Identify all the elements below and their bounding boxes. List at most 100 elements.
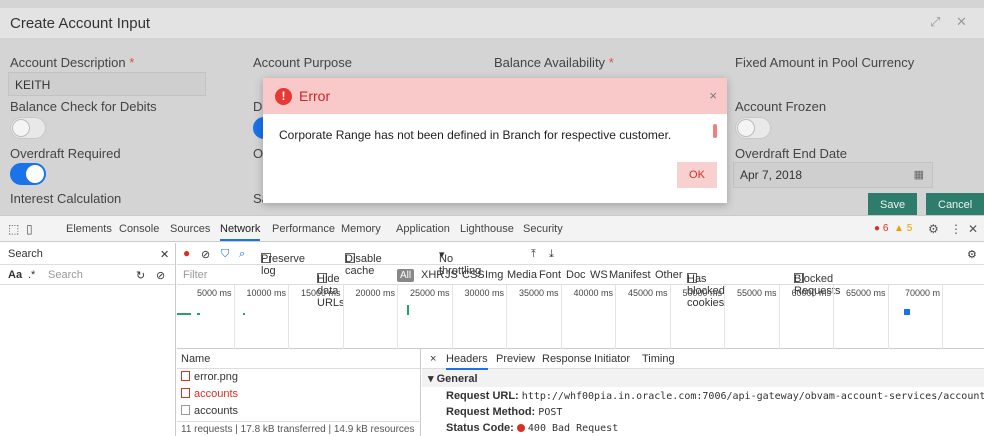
filter-img[interactable]: Img — [485, 269, 503, 281]
device-toolbar-icon[interactable]: ▯ — [26, 222, 33, 236]
tab-memory[interactable]: Memory — [341, 223, 381, 235]
tab-performance[interactable]: Performance — [272, 223, 335, 235]
export-har-icon[interactable]: ⤓ — [549, 248, 554, 261]
match-case-toggle[interactable]: Aa — [8, 269, 22, 281]
table-row[interactable]: accounts — [177, 386, 420, 403]
request-list-header[interactable]: Name — [177, 349, 420, 369]
warning-count-badge[interactable]: ▲ 5 — [894, 223, 912, 234]
request-details: × Headers Preview Response Initiator Tim… — [422, 349, 984, 436]
timeline-tick-label: 65000 ms — [845, 288, 886, 298]
throttling-select[interactable]: No throttling ▾ — [439, 248, 481, 277]
tab-application[interactable]: Application — [396, 223, 450, 235]
timeline-gridline — [615, 285, 616, 349]
tab-elements[interactable]: Elements — [66, 223, 112, 235]
timeline-tick-label: 45000 ms — [627, 288, 668, 298]
timeline-tick-label: 20000 ms — [355, 288, 395, 298]
refresh-icon[interactable]: ↻ — [136, 269, 145, 282]
filter-ws[interactable]: WS — [590, 269, 608, 281]
filter-xhr[interactable]: XHR — [421, 269, 444, 281]
filter-font[interactable]: Font — [539, 269, 561, 281]
overdraft-end-date-label: Overdraft End Date — [735, 146, 847, 161]
timeline-tick-label: 5000 ms — [196, 288, 232, 298]
filter-doc[interactable]: Doc — [566, 269, 586, 281]
network-toolbar: ● ⊘ ⛉ ⌕ Preserve log Disable cache No th… — [177, 243, 984, 277]
request-url-row: Request URL: http://whf00pia.in.oracle.c… — [446, 390, 984, 402]
balance-check-toggle[interactable] — [10, 117, 46, 139]
filter-manifest[interactable]: Manifest — [609, 269, 651, 281]
filter-icon[interactable]: ⛉ — [221, 248, 229, 261]
tab-security[interactable]: Security — [523, 223, 563, 235]
filter-css[interactable]: CSS — [462, 269, 485, 281]
save-button[interactable]: Save — [868, 193, 918, 215]
more-options-icon[interactable]: ⋮ — [950, 222, 962, 236]
overdraft-required-toggle[interactable] — [10, 163, 46, 185]
tab-headers[interactable]: Headers — [446, 353, 488, 370]
timeline-tick-label: 55000 ms — [736, 288, 777, 298]
search-pane: Search ✕ Aa .* Search ↻ ⊘ — [0, 243, 176, 436]
error-count-badge[interactable]: ● 6 — [874, 223, 888, 234]
search-icon[interactable]: ⌕ — [239, 248, 245, 261]
search-row: Aa .* Search ↻ ⊘ — [0, 265, 175, 285]
expand-icon[interactable]: ⤢ — [930, 14, 940, 30]
timeline-gridline — [397, 285, 398, 349]
request-method-row: Request Method: POST — [446, 406, 563, 418]
general-section-header[interactable]: ▾ General — [422, 369, 984, 387]
timeline-gridline — [342, 285, 344, 349]
app-window: Create Account Input ⤢ ✕ Account Descrip… — [0, 0, 984, 215]
filter-all[interactable]: All — [397, 269, 415, 282]
tab-sources[interactable]: Sources — [170, 223, 210, 235]
search-input[interactable]: Search — [48, 269, 83, 281]
close-icon[interactable]: ✕ — [956, 14, 967, 30]
tab-timing[interactable]: Timing — [642, 353, 675, 365]
record-icon[interactable]: ● — [183, 246, 190, 260]
filter-other[interactable]: Other — [655, 269, 683, 281]
tab-response[interactable]: Response — [542, 353, 592, 365]
account-description-label: Account Description * — [10, 55, 135, 70]
devtools-tabbar: ⬚ ▯ Elements Console Sources Network Per… — [0, 216, 984, 242]
page-title: Create Account Input — [10, 15, 151, 32]
dialog-scrollbar[interactable] — [713, 124, 717, 138]
dialog-close-icon[interactable]: × — [709, 88, 717, 103]
network-timeline[interactable]: 5000 ms 10000 ms 15000 ms 20000 ms 25000 ms 3… — [177, 285, 984, 349]
cancel-button[interactable]: Cancel — [926, 193, 984, 215]
clear-log-icon[interactable]: ⊘ — [201, 248, 210, 261]
tab-initiator[interactable]: Initiator — [594, 353, 630, 365]
timeline-bar — [904, 309, 910, 315]
tab-preview[interactable]: Preview — [496, 353, 535, 365]
image-file-icon — [181, 371, 190, 381]
tab-network[interactable]: Network — [220, 223, 261, 241]
account-frozen-toggle[interactable] — [735, 117, 771, 139]
account-frozen-label: Account Frozen — [735, 99, 827, 114]
filter-input[interactable]: Filter — [183, 269, 207, 281]
inspect-element-icon[interactable]: ⬚ — [8, 222, 19, 236]
account-description-input[interactable]: KEITH — [8, 72, 206, 96]
filter-media[interactable]: Media — [507, 269, 537, 281]
regex-toggle[interactable]: .* — [28, 269, 35, 281]
timeline-tick-label: 60000 ms — [791, 288, 831, 298]
ok-button[interactable]: OK — [677, 162, 717, 188]
overdraft-end-date-input[interactable]: Apr 7, 2018 ▦ — [733, 162, 933, 188]
timeline-bar — [407, 305, 409, 315]
error-icon: ! — [275, 88, 292, 105]
account-purpose-label: Account Purpose — [253, 55, 353, 70]
tab-console[interactable]: Console — [119, 223, 159, 235]
timeline-gridline — [887, 285, 889, 349]
network-pane: ● ⊘ ⛉ ⌕ Preserve log Disable cache No th… — [177, 243, 984, 436]
timeline-gridline — [669, 285, 671, 349]
network-settings-icon[interactable]: ⚙ — [967, 248, 977, 261]
timeline-gridline — [778, 285, 780, 349]
error-dialog-title: Error — [299, 88, 331, 104]
details-tabbar: × Headers Preview Response Initiator Tim… — [422, 349, 984, 370]
tab-lighthouse[interactable]: Lighthouse — [460, 223, 514, 235]
table-row[interactable]: accounts — [177, 403, 420, 420]
clear-icon[interactable]: ⊘ — [156, 269, 165, 282]
settings-gear-icon[interactable]: ⚙ — [928, 222, 939, 236]
import-har-icon[interactable]: ⤒ — [531, 248, 536, 261]
calendar-icon[interactable]: ▦ — [914, 168, 924, 181]
close-devtools-icon[interactable]: ✕ — [968, 222, 978, 236]
close-details-icon[interactable]: × — [430, 353, 436, 365]
filter-js[interactable]: JS — [445, 269, 458, 281]
close-search-icon[interactable]: ✕ — [160, 248, 169, 261]
timeline-bar — [243, 313, 245, 315]
table-row[interactable]: error.png — [177, 369, 420, 386]
